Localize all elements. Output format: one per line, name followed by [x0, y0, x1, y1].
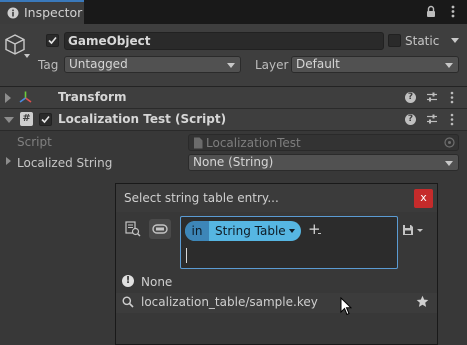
script-hash-icon: # [20, 112, 33, 126]
chip-dropdown-arrow-icon [289, 229, 295, 233]
tag-label: Tag [38, 58, 59, 72]
save-search-icon[interactable] [402, 224, 424, 236]
component-enabled-checkbox[interactable] [39, 113, 52, 126]
help-icon[interactable]: ? [405, 114, 416, 125]
chip-label: String Table [215, 224, 286, 238]
tab-title: Inspector [24, 5, 83, 20]
list-item-label: None [141, 275, 173, 289]
search-icon [122, 296, 134, 308]
popup-title: Select string table entry... [124, 191, 279, 205]
localized-string-foldout-icon[interactable] [6, 157, 11, 165]
chip-prefix: in [185, 221, 209, 241]
string-table-filter-chip[interactable]: in String Table [185, 221, 301, 241]
script-field: LocalizationTest [188, 134, 459, 151]
help-icon[interactable]: ? [405, 92, 416, 103]
mouse-cursor-icon [340, 297, 352, 316]
list-item-none[interactable]: ! None [116, 273, 437, 293]
gameobject-cube-icon[interactable] [4, 33, 26, 57]
list-item-label: localization_table/sample.key [141, 295, 318, 309]
preset-sliders-icon[interactable] [426, 113, 438, 125]
object-name-field[interactable]: GameObject [64, 32, 384, 50]
static-checkbox[interactable] [388, 34, 401, 47]
kebab-menu-icon[interactable] [451, 5, 455, 18]
add-filter-button[interactable]: + [308, 220, 321, 238]
layer-value: Default [296, 57, 340, 71]
transform-icon [18, 90, 33, 105]
favorite-star-icon[interactable] [416, 295, 429, 308]
layer-dropdown[interactable]: Default [291, 56, 459, 73]
static-dropdown-arrow[interactable] [451, 38, 459, 43]
preset-sliders-icon[interactable] [426, 91, 438, 103]
inspector-header: GameObject Static Tag Untagged Layer Def… [0, 24, 467, 87]
tab-bar: Inspector [0, 0, 467, 24]
localized-string-dropdown[interactable]: None (String) [188, 154, 459, 171]
popup-header: Select string table entry... x [116, 184, 437, 212]
list-item-sample-key[interactable]: localization_table/sample.key [116, 293, 437, 313]
layer-label: Layer [255, 58, 289, 72]
tag-dropdown[interactable]: Untagged [64, 56, 241, 73]
info-icon [7, 7, 19, 19]
icon-dropdown-arrow[interactable] [24, 54, 30, 58]
tab-inspector[interactable]: Inspector [0, 0, 84, 24]
static-label: Static [405, 34, 440, 48]
lock-icon[interactable] [426, 5, 436, 18]
kebab-menu-icon[interactable] [450, 113, 454, 126]
localized-string-value: None (String) [193, 155, 274, 169]
view-toggle-icon [152, 223, 168, 235]
add-filter-dot [318, 233, 321, 234]
foldout-collapsed-icon[interactable] [5, 93, 11, 103]
tag-value: Untagged [69, 57, 128, 71]
search-filter-icon[interactable] [125, 221, 141, 237]
component-transform[interactable]: Transform ? [0, 87, 467, 109]
chevron-down-icon [445, 63, 453, 68]
warning-icon: ! [122, 275, 134, 287]
transform-title: Transform [58, 90, 127, 104]
chevron-down-icon [227, 63, 235, 68]
text-caret [186, 248, 187, 263]
search-field[interactable]: in String Table + [180, 216, 398, 269]
script-value: LocalizationTest [206, 136, 301, 150]
toggle-view-button[interactable] [149, 219, 171, 239]
localization-component-title: Localization Test (Script) [58, 112, 227, 126]
localized-string-label: Localized String [17, 156, 113, 170]
chevron-down-icon [445, 161, 453, 166]
select-entry-popup: Select string table entry... x in String… [115, 183, 438, 345]
foldout-expanded-icon[interactable] [4, 117, 14, 123]
script-file-icon [193, 137, 203, 149]
script-label: Script [17, 135, 52, 149]
close-button[interactable]: x [414, 189, 433, 208]
kebab-menu-icon[interactable] [450, 91, 454, 104]
active-checkbox[interactable] [46, 34, 59, 47]
object-picker-icon [444, 137, 455, 148]
component-localization-test[interactable]: # Localization Test (Script) ? [0, 109, 467, 131]
